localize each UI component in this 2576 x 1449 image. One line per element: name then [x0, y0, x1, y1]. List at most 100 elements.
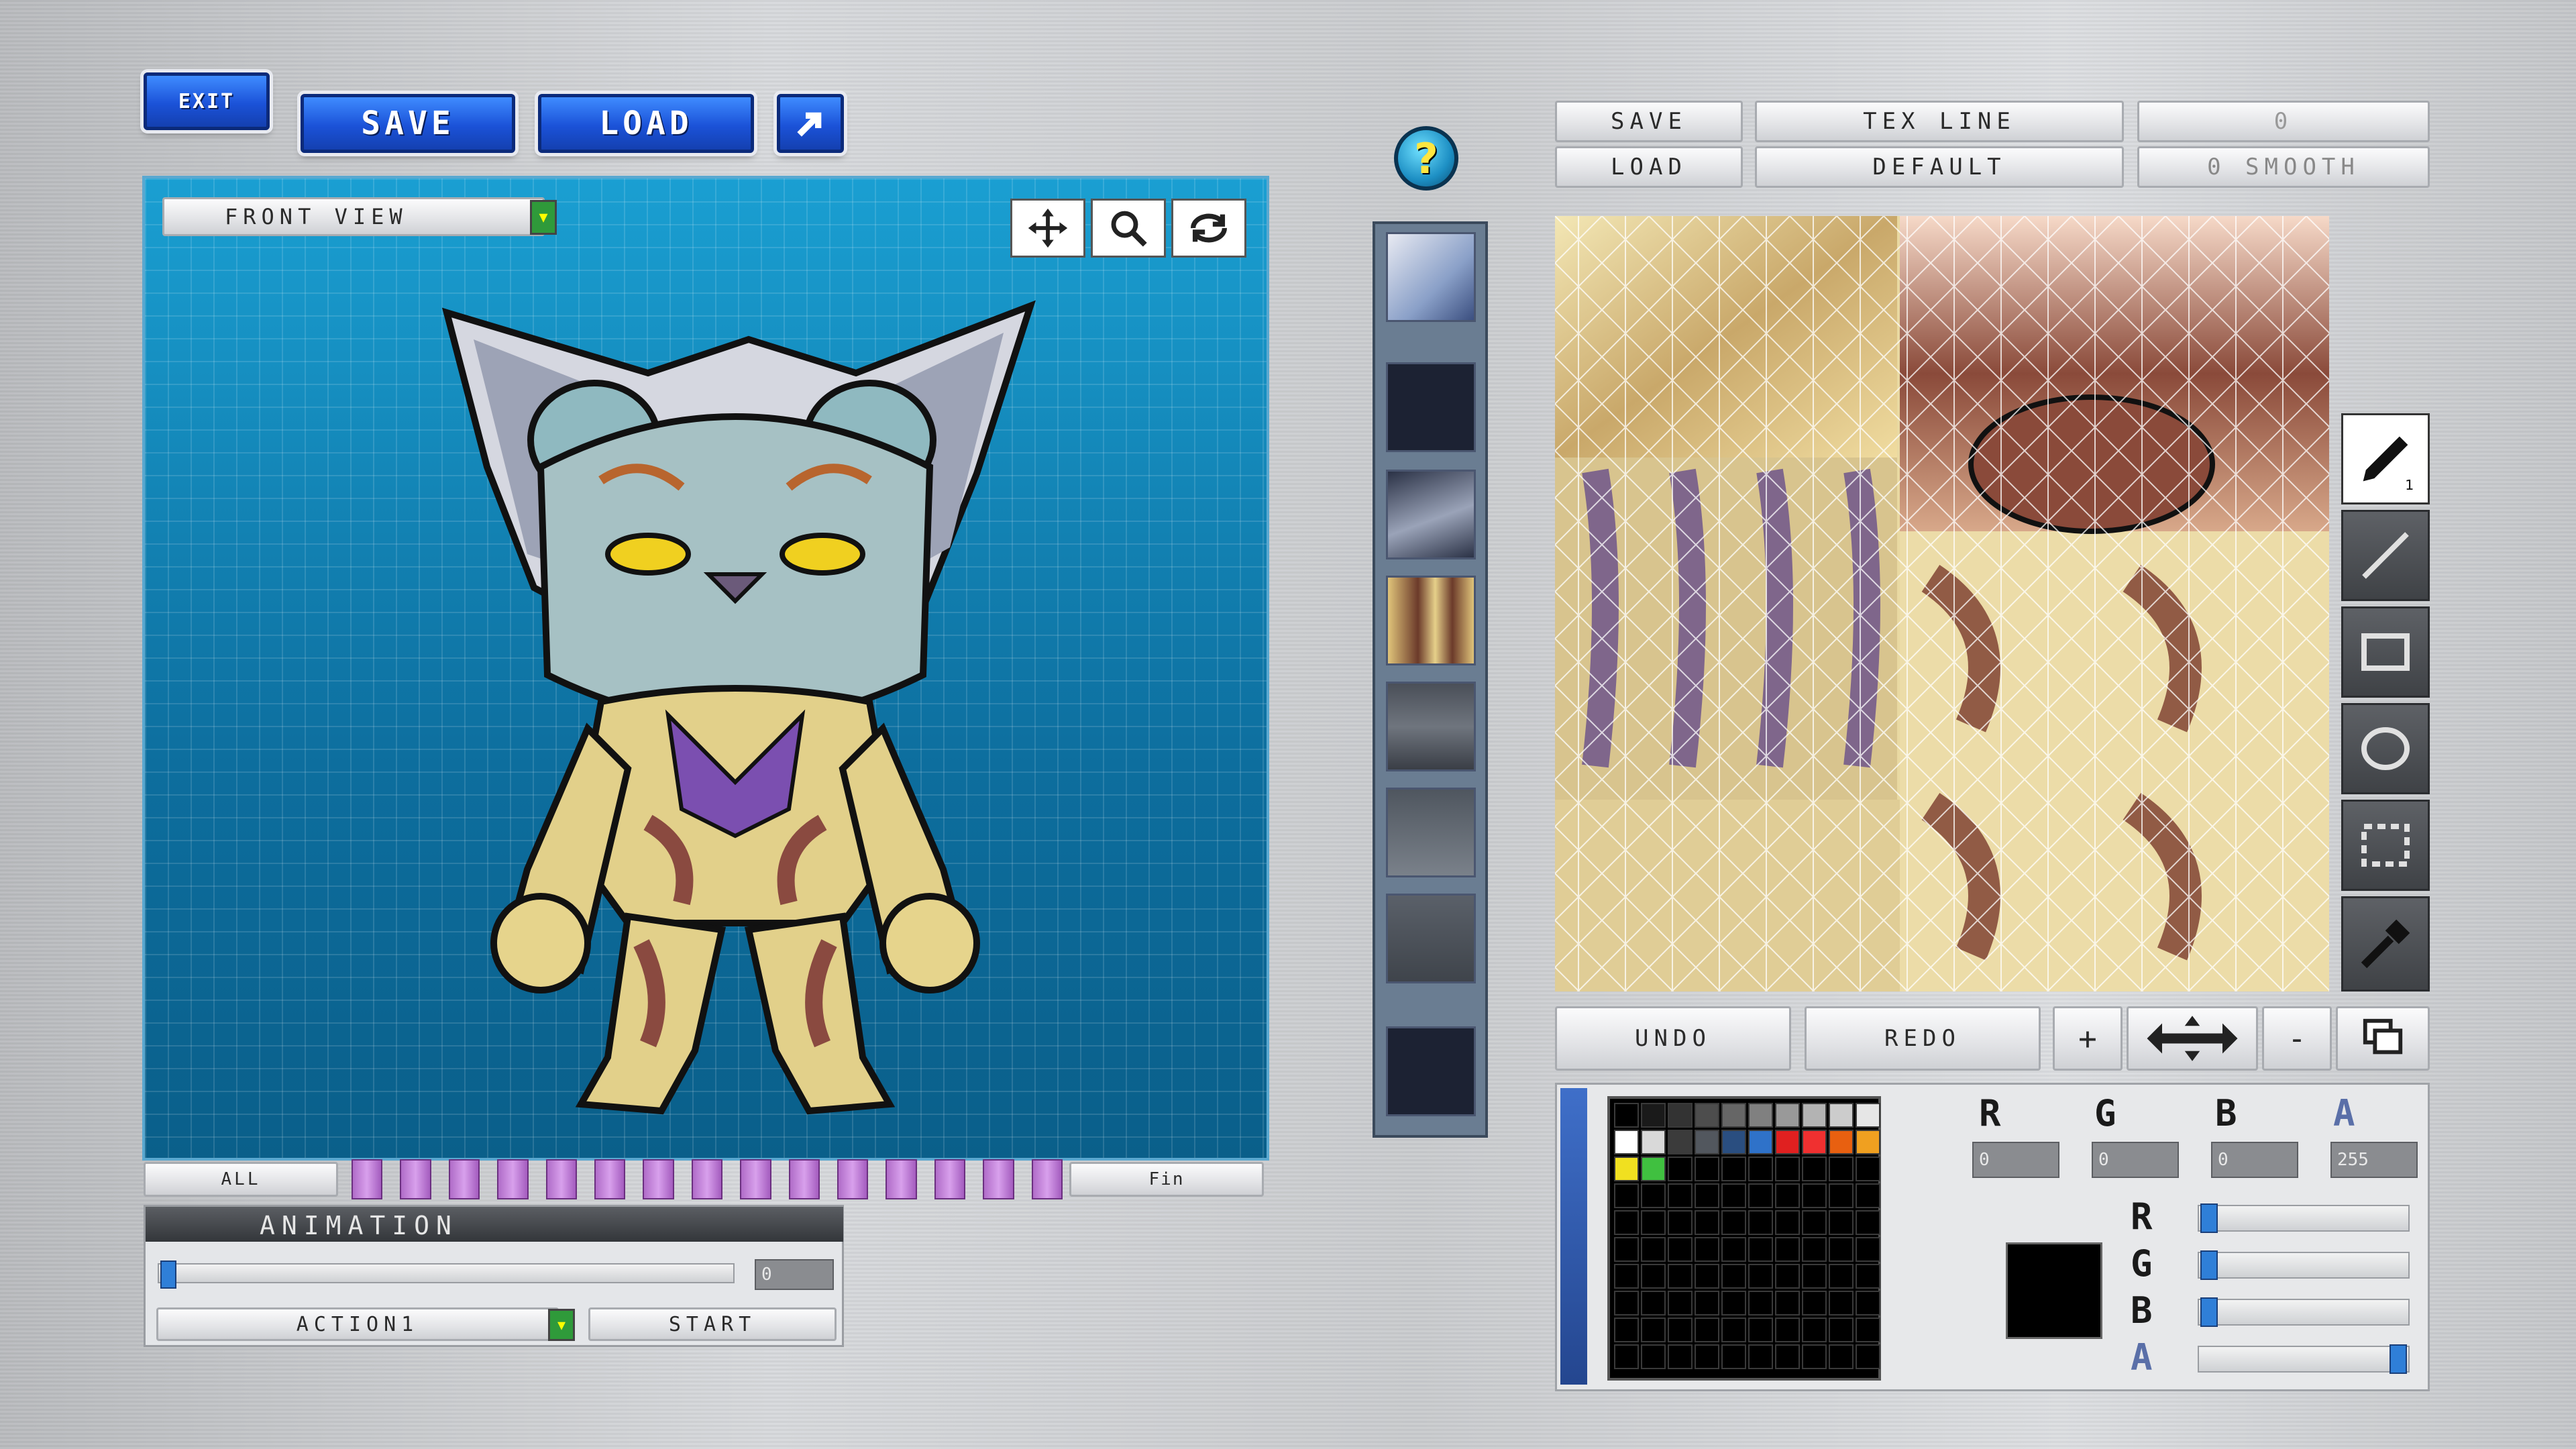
palette-swatch[interactable]: [1856, 1344, 1880, 1369]
palette-swatch[interactable]: [1668, 1103, 1693, 1128]
palette-swatch[interactable]: [1775, 1130, 1800, 1155]
part-thumb-head[interactable]: [1386, 232, 1476, 322]
palette-swatch[interactable]: [1748, 1183, 1773, 1208]
move-tool[interactable]: [1010, 199, 1085, 258]
palette-swatch[interactable]: [1695, 1130, 1719, 1155]
palette-swatch[interactable]: [1668, 1291, 1693, 1316]
green-slider[interactable]: [2198, 1250, 2410, 1280]
animation-frame[interactable]: [934, 1159, 966, 1199]
palette-swatch[interactable]: [1695, 1237, 1719, 1262]
palette-swatch[interactable]: [1802, 1103, 1827, 1128]
layers-button[interactable]: [2336, 1006, 2430, 1071]
palette-swatch[interactable]: [1641, 1291, 1666, 1316]
animation-frame[interactable]: [448, 1159, 480, 1199]
palette-swatch[interactable]: [1748, 1318, 1773, 1342]
palette-swatch[interactable]: [1748, 1210, 1773, 1235]
texture-load-button[interactable]: LOAD: [1555, 146, 1743, 188]
palette-swatch[interactable]: [1775, 1157, 1800, 1181]
palette-swatch[interactable]: [1802, 1237, 1827, 1262]
palette-swatch[interactable]: [1641, 1103, 1666, 1128]
redo-button[interactable]: REDO: [1805, 1006, 2041, 1071]
palette-swatch[interactable]: [1775, 1210, 1800, 1235]
palette-swatch[interactable]: [1748, 1103, 1773, 1128]
palette-swatch[interactable]: [1695, 1344, 1719, 1369]
option-toggle[interactable]: 0: [2137, 101, 2430, 142]
alpha-value-field[interactable]: 255: [2330, 1142, 2418, 1178]
palette-swatch[interactable]: [1856, 1130, 1880, 1155]
palette-swatch[interactable]: [1614, 1237, 1639, 1262]
animation-frame[interactable]: [497, 1159, 529, 1199]
palette-swatch[interactable]: [1614, 1318, 1639, 1342]
smooth-toggle[interactable]: 0 SMOOTH: [2137, 146, 2430, 188]
animation-timeline-handle[interactable]: [160, 1260, 176, 1289]
palette-swatch[interactable]: [1802, 1344, 1827, 1369]
animation-frame-value[interactable]: 0: [755, 1259, 834, 1290]
frames-all-button[interactable]: ALL: [144, 1162, 338, 1197]
line-tool[interactable]: [2341, 510, 2430, 601]
palette-swatch[interactable]: [1721, 1183, 1746, 1208]
tex-line-button[interactable]: TEX LINE: [1755, 101, 2124, 142]
palette-swatch[interactable]: [1641, 1344, 1666, 1369]
palette-swatch[interactable]: [1775, 1318, 1800, 1342]
zoom-in-button[interactable]: +: [2053, 1006, 2123, 1071]
palette-swatch[interactable]: [1802, 1157, 1827, 1181]
palette-swatch[interactable]: [1856, 1103, 1880, 1128]
animation-frame[interactable]: [400, 1159, 431, 1199]
palette-swatch[interactable]: [1856, 1183, 1880, 1208]
selection-tool[interactable]: [2341, 800, 2430, 891]
palette-swatch[interactable]: [1695, 1291, 1719, 1316]
ellipse-tool[interactable]: [2341, 703, 2430, 794]
palette-swatch[interactable]: [1695, 1183, 1719, 1208]
palette-swatch[interactable]: [1748, 1291, 1773, 1316]
part-thumb-body[interactable]: [1386, 576, 1476, 665]
palette-swatch[interactable]: [1614, 1103, 1639, 1128]
palette-swatch[interactable]: [1668, 1318, 1693, 1342]
animation-frame[interactable]: [788, 1159, 820, 1199]
palette-swatch[interactable]: [1748, 1157, 1773, 1181]
animation-timeline-slider[interactable]: [158, 1260, 735, 1289]
palette-swatch[interactable]: [1668, 1237, 1693, 1262]
palette-swatch[interactable]: [1695, 1210, 1719, 1235]
part-thumb-empty-2[interactable]: [1386, 1026, 1476, 1116]
palette-swatch[interactable]: [1614, 1210, 1639, 1235]
frames-fin-button[interactable]: Fin: [1069, 1162, 1264, 1197]
part-thumb-jaw[interactable]: [1386, 894, 1476, 983]
palette-swatch[interactable]: [1721, 1344, 1746, 1369]
palette-swatch[interactable]: [1802, 1291, 1827, 1316]
palette-swatch[interactable]: [1641, 1130, 1666, 1155]
palette-swatch[interactable]: [1614, 1157, 1639, 1181]
palette-swatch[interactable]: [1748, 1130, 1773, 1155]
palette-swatch[interactable]: [1614, 1130, 1639, 1155]
palette-swatch[interactable]: [1829, 1210, 1854, 1235]
animation-frame[interactable]: [352, 1159, 383, 1199]
palette-swatch[interactable]: [1695, 1157, 1719, 1181]
eyedropper-tool[interactable]: [2341, 896, 2430, 991]
palette-swatch[interactable]: [1721, 1318, 1746, 1342]
save-button[interactable]: SAVE: [301, 94, 515, 153]
palette-swatch[interactable]: [1668, 1183, 1693, 1208]
palette-swatch[interactable]: [1614, 1264, 1639, 1289]
export-button[interactable]: [777, 94, 844, 153]
palette-swatch[interactable]: [1614, 1344, 1639, 1369]
palette-swatch[interactable]: [1856, 1318, 1880, 1342]
palette-swatch[interactable]: [1695, 1264, 1719, 1289]
start-button[interactable]: START: [588, 1307, 837, 1341]
palette-swatch[interactable]: [1829, 1264, 1854, 1289]
palette-swatch[interactable]: [1721, 1291, 1746, 1316]
palette-swatch[interactable]: [1829, 1291, 1854, 1316]
palette-swatch[interactable]: [1802, 1264, 1827, 1289]
rectangle-tool[interactable]: [2341, 606, 2430, 698]
animation-frame[interactable]: [594, 1159, 626, 1199]
character-model[interactable]: [427, 299, 1044, 1138]
undo-button[interactable]: UNDO: [1555, 1006, 1791, 1071]
part-thumb-back[interactable]: [1386, 788, 1476, 877]
exit-button[interactable]: EXIT: [144, 72, 270, 130]
palette-swatch[interactable]: [1641, 1157, 1666, 1181]
blue-slider-handle[interactable]: [2200, 1297, 2218, 1327]
palette-swatch[interactable]: [1775, 1291, 1800, 1316]
model-viewport[interactable]: FRONT VIEW ▾: [142, 176, 1269, 1161]
pen-tool[interactable]: 1: [2341, 413, 2430, 504]
alpha-slider-handle[interactable]: [2390, 1344, 2407, 1374]
color-palette[interactable]: [1607, 1096, 1881, 1381]
palette-swatch[interactable]: [1856, 1291, 1880, 1316]
